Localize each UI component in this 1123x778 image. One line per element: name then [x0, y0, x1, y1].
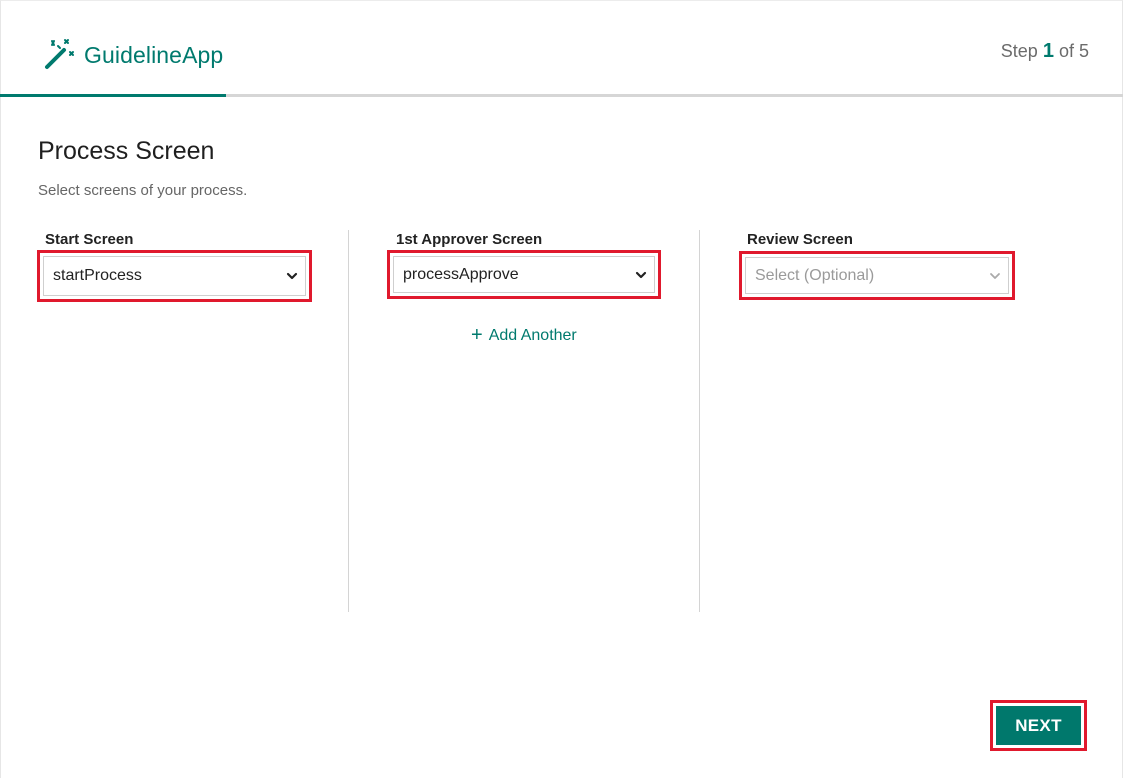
- start-screen-value: startProcess: [53, 267, 142, 284]
- page-title: Process Screen: [38, 137, 215, 165]
- brand: GuidelineApp: [42, 38, 223, 72]
- next-button-highlight: NEXT: [990, 700, 1087, 751]
- chevron-down-icon: [285, 269, 299, 283]
- step-separator: of: [1058, 41, 1074, 61]
- step-current: 1: [1042, 40, 1054, 62]
- approver-screen-highlight: processApprove: [387, 250, 661, 299]
- start-screen-label: Start Screen: [45, 231, 134, 248]
- page-description: Select screens of your process.: [38, 182, 248, 199]
- app-frame: [0, 0, 1123, 778]
- plus-icon: +: [471, 324, 483, 346]
- app-title: GuidelineApp: [84, 41, 224, 68]
- start-screen-highlight: startProcess: [37, 250, 312, 302]
- column-divider: [348, 230, 349, 612]
- chevron-down-icon: [634, 268, 648, 282]
- approver-screen-label: 1st Approver Screen: [396, 231, 543, 248]
- review-screen-label: Review Screen: [747, 231, 853, 248]
- chevron-down-icon: [988, 269, 1002, 283]
- review-screen-placeholder: Select (Optional): [755, 266, 875, 284]
- column-divider: [699, 230, 700, 612]
- review-screen-highlight: Select (Optional): [739, 251, 1015, 300]
- step-total: 5: [1078, 41, 1089, 61]
- approver-screen-select[interactable]: processApprove: [393, 256, 655, 293]
- start-screen-select[interactable]: startProcess: [43, 256, 306, 296]
- header: GuidelineApp Step 1 of 5: [0, 0, 1123, 98]
- approver-screen-value: processApprove: [403, 265, 519, 283]
- add-another-label: Add Another: [488, 327, 577, 344]
- step-prefix: Step: [1000, 41, 1038, 61]
- review-screen-select[interactable]: Select (Optional): [745, 257, 1009, 294]
- add-another-button[interactable]: + Add Another: [471, 324, 577, 346]
- next-button[interactable]: NEXT: [996, 706, 1081, 745]
- step-indicator: Step 1 of 5: [1001, 40, 1089, 63]
- progress-bar: [0, 94, 226, 97]
- magic-wand-icon: [42, 38, 76, 72]
